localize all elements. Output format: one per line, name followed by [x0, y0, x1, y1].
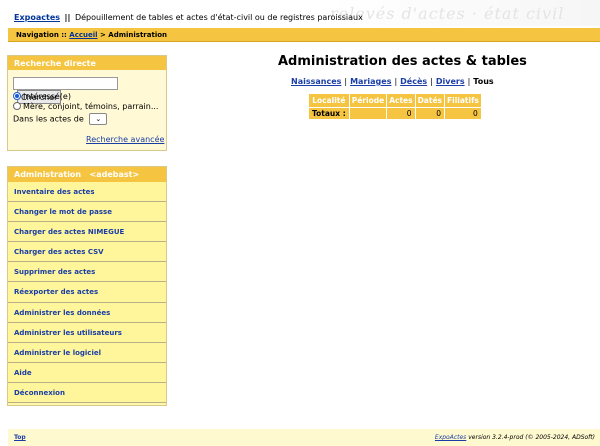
radio-interested[interactable]: Intéressé(e): [13, 92, 71, 101]
product-link[interactable]: ExpoActes: [435, 434, 466, 441]
menu-item-help[interactable]: Aide: [8, 362, 166, 383]
column-header-acts: Actes: [386, 93, 416, 108]
filter-misc[interactable]: Divers: [436, 77, 465, 86]
menu-item-load-nimegue[interactable]: Charger des actes NIMEGUE: [8, 222, 166, 243]
page-footer: Top ExpoActes version 3.2.4-prod (© 2005…: [8, 429, 600, 446]
header-background-script: relevés d'actes · état civil: [330, 4, 565, 23]
acts-type-select[interactable]: ⌄: [89, 113, 108, 125]
acts-type-row: Dans les actes de ⌄: [13, 113, 108, 125]
version-text: version 3.2.4-prod (© 2005-2024, ADSoft): [468, 434, 595, 441]
filter-births[interactable]: Naissances: [291, 77, 341, 86]
totals-period: [348, 107, 388, 120]
radio-relatives-label: Mère, conjoint, témoins, parrain...: [23, 102, 159, 111]
radio-interested-label: Intéressé(e): [23, 92, 71, 101]
column-header-filiatives: Filiatifs: [444, 93, 482, 108]
table-header-row: Localité Période Actes Datés Filiatifs: [308, 93, 482, 108]
advanced-search-link[interactable]: Recherche avancée: [86, 135, 164, 144]
admin-menu-panel: Administration <adebast> Inventaire des …: [7, 166, 167, 406]
table-row: Totaux : 0 0 0: [308, 107, 482, 120]
menu-item-manage-software[interactable]: Administrer le logiciel: [8, 342, 166, 363]
filter-all-current: Tous: [473, 77, 494, 86]
acts-summary-table: Localité Période Actes Datés Filiatifs T…: [308, 93, 482, 120]
radio-selected-icon[interactable]: [13, 92, 21, 100]
menu-item-load-csv[interactable]: Charger des actes CSV: [8, 242, 166, 263]
breadcrumb-home-link[interactable]: Accueil: [69, 31, 97, 39]
filter-marriages[interactable]: Mariages: [350, 77, 391, 86]
column-header-dated: Datés: [414, 93, 446, 108]
admin-menu-heading: Administration: [14, 170, 82, 179]
back-to-top-link[interactable]: Top: [14, 434, 26, 441]
filter-divider: |: [394, 77, 398, 86]
acts-type-label: Dans les actes de: [13, 114, 84, 124]
quick-search-title: Recherche directe: [8, 56, 166, 70]
search-input[interactable]: [13, 77, 118, 90]
totals-acts: 0: [386, 107, 416, 120]
breadcrumb-current: > Administration: [99, 31, 168, 39]
version-info: ExpoActes version 3.2.4-prod (© 2005-202…: [435, 434, 595, 441]
filter-deaths[interactable]: Décès: [400, 77, 427, 86]
menu-item-manage-data[interactable]: Administrer les données: [8, 302, 166, 323]
site-subtitle: Dépouillement de tables et actes d'état-…: [74, 13, 363, 22]
radio-unselected-icon[interactable]: [13, 102, 21, 110]
admin-menu-title: Administration <adebast>: [8, 167, 166, 182]
breadcrumb-prefix: Navigation ::: [16, 31, 67, 39]
menu-item-logout[interactable]: Déconnexion: [8, 382, 166, 404]
menu-item-inventory[interactable]: Inventaire des actes: [8, 182, 166, 203]
header-separator: ||: [64, 13, 71, 22]
chevron-down-icon: ⌄: [95, 115, 102, 123]
quick-search-panel: Recherche directe Chercher Intéressé(e) …: [7, 55, 167, 151]
filter-divider: |: [430, 77, 433, 86]
radio-relatives[interactable]: Mère, conjoint, témoins, parrain...: [13, 102, 158, 111]
admin-user-name: <adebast>: [89, 170, 140, 179]
filter-divider: |: [467, 77, 471, 86]
menu-item-change-password[interactable]: Changer le mot de passe: [8, 202, 166, 223]
totals-label: Totaux :: [308, 107, 350, 120]
menu-item-reexport-acts[interactable]: Réexporter des actes: [8, 282, 166, 303]
column-header-period: Période: [348, 93, 388, 108]
column-header-locality: Localité: [308, 93, 350, 108]
totals-filiatives: 0: [444, 107, 482, 120]
menu-item-manage-users[interactable]: Administrer les utilisateurs: [8, 322, 166, 343]
filter-divider: |: [344, 77, 348, 86]
header-title-line: Expoactes || Dépouillement de tables et …: [14, 13, 363, 22]
breadcrumb: Navigation :: Accueil > Administration: [8, 28, 600, 42]
menu-item-delete-acts[interactable]: Supprimer des actes: [8, 262, 166, 283]
site-home-link[interactable]: Expoactes: [14, 13, 60, 22]
page-header: relevés d'actes · état civil Expoactes |…: [0, 0, 600, 26]
totals-dated: 0: [414, 107, 446, 120]
act-type-filters: Naissances | Mariages | Décès | Divers | Tous: [291, 77, 494, 86]
page-title: Administration des actes & tables: [278, 54, 527, 69]
